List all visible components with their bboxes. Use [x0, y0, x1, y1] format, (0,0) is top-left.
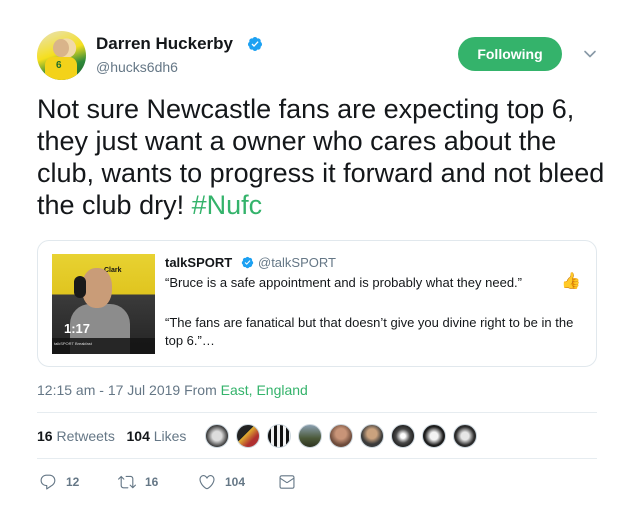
avatar-head: [53, 39, 69, 57]
retweets-label[interactable]: Retweets: [53, 428, 114, 444]
reply-count: 12: [66, 475, 80, 489]
liker-avatar[interactable]: [329, 424, 353, 448]
like-button[interactable]: 104: [198, 473, 245, 491]
retweet-count: 16: [145, 475, 159, 489]
like-count: 104: [225, 475, 246, 489]
liker-avatar[interactable]: [360, 424, 384, 448]
liker-avatar[interactable]: [205, 424, 229, 448]
engagement-stats: 16 Retweets 104 Likes: [37, 428, 186, 444]
retweet-icon: [118, 475, 136, 489]
author-name[interactable]: Darren Huckerby: [96, 34, 233, 54]
likes-count[interactable]: 104: [127, 428, 150, 444]
thumbnail-caption: talkSPORT Breakfast: [54, 341, 92, 346]
likes-label[interactable]: Likes: [150, 428, 187, 444]
liker-avatar[interactable]: [453, 424, 477, 448]
hashtag-link[interactable]: #Nufc: [192, 190, 263, 220]
quoted-author-handle[interactable]: @talkSPORT: [258, 255, 336, 270]
video-duration: 1:17: [64, 321, 91, 336]
retweet-button[interactable]: 16: [118, 473, 158, 491]
tweet-body: Not sure Newcastle fans are expecting to…: [37, 94, 605, 220]
following-button[interactable]: Following: [458, 37, 562, 71]
divider: [37, 458, 597, 459]
quoted-author-name[interactable]: talkSPORT: [165, 255, 232, 270]
retweets-count[interactable]: 16: [37, 428, 53, 444]
envelope-icon: [279, 475, 295, 489]
liker-avatar[interactable]: [391, 424, 415, 448]
video-thumbnail[interactable]: Clark talkSPORT Breakfast 1:17: [52, 254, 155, 354]
direct-message-button[interactable]: [278, 473, 296, 491]
location-link[interactable]: East, England: [221, 382, 308, 398]
tweet-text: Not sure Newcastle fans are expecting to…: [37, 93, 607, 221]
author-avatar[interactable]: 6: [37, 31, 86, 80]
timestamp-text: 12:15 am - 17 Jul 2019 From: [37, 382, 221, 398]
chevron-down-icon[interactable]: [583, 47, 597, 61]
author-handle[interactable]: @hucks6dh6: [96, 59, 178, 75]
thumbnail-person-face: [82, 268, 112, 308]
thumbs-up-emoji: 👍: [561, 273, 581, 290]
heart-icon: [199, 475, 215, 490]
liker-avatar[interactable]: [422, 424, 446, 448]
reply-icon: [40, 474, 56, 490]
quoted-text-line2: “The fans are fanatical but that doesn’t…: [165, 315, 574, 348]
quoted-tweet[interactable]: Clark talkSPORT Breakfast 1:17 talkSPORT…: [37, 240, 597, 367]
headset-icon: [74, 276, 86, 298]
reply-button[interactable]: 12: [39, 473, 79, 491]
liker-avatar[interactable]: [236, 424, 260, 448]
liker-avatar[interactable]: [298, 424, 322, 448]
avatar-jersey-number: 6: [56, 60, 62, 71]
verified-badge-icon: [247, 37, 262, 51]
divider: [37, 412, 597, 413]
quoted-text-line1: “Bruce is a safe appointment and is prob…: [165, 275, 522, 290]
tweet-timestamp: 12:15 am - 17 Jul 2019 From East, Englan…: [37, 382, 308, 398]
liker-avatar[interactable]: [267, 424, 291, 448]
verified-badge-icon: [241, 256, 254, 269]
